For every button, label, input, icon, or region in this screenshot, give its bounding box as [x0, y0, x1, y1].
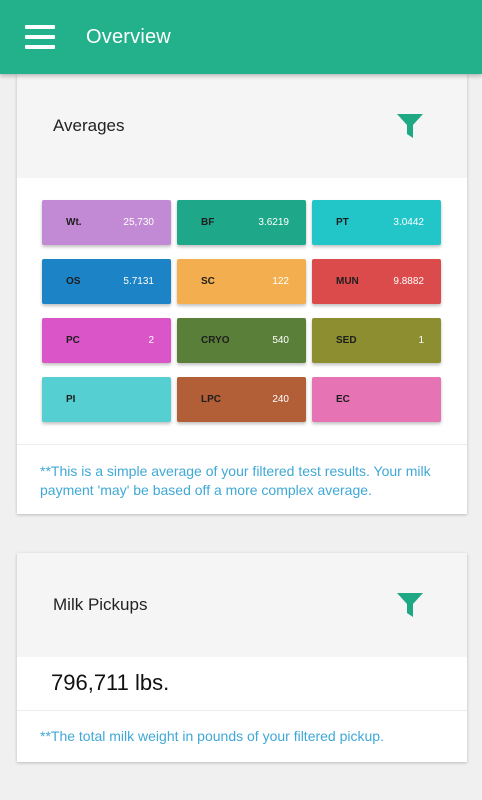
tile-sc[interactable]: SC 122	[177, 259, 306, 304]
tile-pi[interactable]: PI	[42, 377, 171, 422]
tile-value: 3.0442	[393, 217, 424, 228]
pickups-divider	[17, 710, 467, 711]
tile-mun[interactable]: MUN 9.8882	[312, 259, 441, 304]
tile-value: 9.8882	[393, 276, 424, 287]
pickups-title: Milk Pickups	[53, 595, 148, 614]
app-bar: Overview	[0, 0, 482, 74]
tile-value: 2	[148, 335, 154, 346]
tile-cryo[interactable]: CRYO 540	[177, 318, 306, 363]
averages-divider	[17, 444, 467, 445]
tile-value: 25,730	[123, 217, 154, 228]
pickups-total-value: 796,711 lbs.	[51, 670, 170, 695]
tile-label: BF	[201, 217, 215, 228]
tile-label: SC	[201, 276, 215, 287]
tile-value: 240	[272, 394, 289, 405]
tile-label: LPC	[201, 394, 221, 405]
tile-os[interactable]: OS 5.7131	[42, 259, 171, 304]
hamburger-menu-icon[interactable]	[25, 25, 55, 49]
tile-pt[interactable]: PT 3.0442	[312, 200, 441, 245]
tile-sed[interactable]: SED 1	[312, 318, 441, 363]
tile-ec[interactable]: EC	[312, 377, 441, 422]
tile-label: SED	[336, 335, 357, 346]
tile-label: PI	[66, 394, 76, 405]
tile-label: CRYO	[201, 335, 230, 346]
tile-value: 5.7131	[123, 276, 154, 287]
milk-pickups-card: Milk Pickups 796,711 lbs. **The total mi…	[17, 553, 467, 762]
averages-card: Averages Wt. 25,730 BF 3.6219 PT 3.0442 …	[17, 74, 467, 514]
averages-title: Averages	[53, 116, 125, 135]
page-title: Overview	[86, 25, 171, 48]
tile-label: MUN	[336, 276, 359, 287]
tile-lpc[interactable]: LPC 240	[177, 377, 306, 422]
tile-wt[interactable]: Wt. 25,730	[42, 200, 171, 245]
pickups-note: **The total milk weight in pounds of you…	[40, 728, 384, 744]
averages-header: Averages	[17, 74, 467, 178]
pickups-header: Milk Pickups	[17, 553, 467, 657]
tile-label: Wt.	[66, 217, 82, 228]
tile-bf[interactable]: BF 3.6219	[177, 200, 306, 245]
tile-label: OS	[66, 276, 81, 287]
tile-pc[interactable]: PC 2	[42, 318, 171, 363]
tile-label: PT	[336, 217, 349, 228]
tile-value: 122	[272, 276, 289, 287]
averages-note: **This is a simple average of your filte…	[40, 463, 431, 498]
averages-filter-icon[interactable]	[396, 113, 424, 139]
pickups-filter-icon[interactable]	[396, 592, 424, 618]
tile-value: 1	[418, 335, 424, 346]
tile-label: EC	[336, 394, 350, 405]
tile-value: 3.6219	[258, 217, 289, 228]
tile-value: 540	[272, 335, 289, 346]
tile-label: PC	[66, 335, 80, 346]
averages-grid: Wt. 25,730 BF 3.6219 PT 3.0442 OS 5.7131…	[42, 200, 441, 422]
